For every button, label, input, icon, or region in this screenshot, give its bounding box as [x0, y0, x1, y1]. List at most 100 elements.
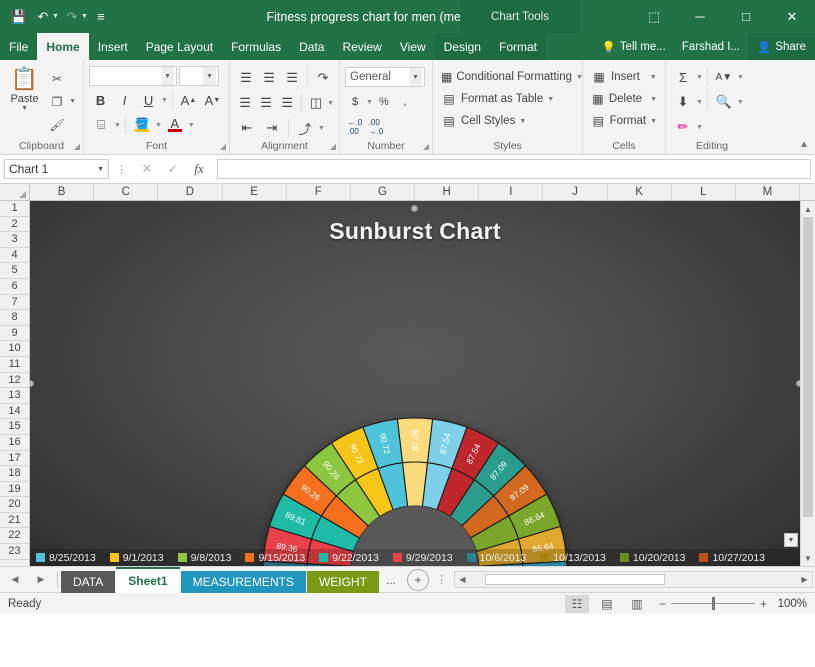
horizontal-scroll-thumb[interactable] — [485, 574, 665, 585]
column-header-M[interactable]: M — [736, 184, 800, 200]
align-left-icon[interactable]: ☰ — [235, 92, 255, 114]
row-header-10[interactable]: 10 — [0, 341, 29, 357]
percent-format-icon[interactable]: % — [374, 91, 394, 113]
legend-item[interactable]: 9/1/2013 — [110, 552, 164, 564]
increase-indent-icon[interactable]: ⇥ — [260, 117, 284, 139]
column-header-G[interactable]: G — [351, 184, 415, 200]
format-cells-button[interactable]: ▤ Format ▼ — [588, 110, 660, 132]
number-dialog-launcher-icon[interactable]: ◢ — [423, 142, 429, 151]
legend-item[interactable]: 9/29/2013 — [393, 552, 453, 564]
hscroll-right-icon[interactable]: ▶ — [797, 575, 812, 584]
orientation-dropdown-icon[interactable]: ▼ — [318, 125, 325, 132]
borders-button[interactable]: ⌸ — [89, 114, 113, 136]
cancel-formula-icon[interactable]: ✕ — [134, 158, 160, 180]
row-header-3[interactable]: 3 — [0, 232, 29, 248]
legend-scroll-down-icon[interactable]: ▼ — [784, 533, 798, 547]
wrap-text-icon[interactable]: ↷ — [312, 67, 334, 89]
zoom-in-button[interactable]: + — [760, 597, 767, 611]
underline-dropdown-icon[interactable]: ▼ — [161, 97, 168, 104]
add-sheet-button[interactable]: + — [407, 569, 429, 591]
accounting-dropdown-icon[interactable]: ▼ — [366, 99, 373, 106]
ribbon-display-options-icon[interactable]: ⬚ — [631, 0, 677, 33]
previous-sheet-icon[interactable]: ◀ — [2, 569, 28, 591]
zoom-out-button[interactable]: − — [659, 597, 666, 611]
zoom-thumb[interactable] — [712, 597, 715, 610]
orientation-icon[interactable]: ⤴ — [293, 117, 317, 139]
hscroll-left-icon[interactable]: ◀ — [455, 575, 470, 584]
bold-button[interactable]: B — [89, 89, 112, 111]
customize-qat-icon[interactable]: ≡ — [90, 6, 112, 28]
autosum-dropdown-icon[interactable]: ▼ — [696, 74, 703, 81]
column-header-H[interactable]: H — [415, 184, 479, 200]
legend-item[interactable]: 9/8/2013 — [178, 552, 232, 564]
row-header-8[interactable]: 8 — [0, 310, 29, 326]
row-header-5[interactable]: 5 — [0, 263, 29, 279]
align-bottom-icon[interactable]: ☰ — [281, 67, 303, 89]
zoom-slider[interactable]: − + — [659, 597, 767, 611]
cut-icon[interactable]: ✂ — [46, 68, 68, 89]
tab-file[interactable]: File — [0, 33, 37, 60]
column-header-L[interactable]: L — [672, 184, 736, 200]
italic-button[interactable]: I — [113, 89, 136, 111]
sheet-tab-weight[interactable]: WEIGHT — [307, 571, 379, 593]
tab-review[interactable]: Review — [333, 33, 390, 60]
vertical-scrollbar[interactable]: ▲ ▼ — [800, 201, 815, 566]
font-name-input[interactable]: ▼ — [89, 66, 177, 86]
align-center-icon[interactable]: ☰ — [256, 92, 276, 114]
autosum-icon[interactable]: Σ — [671, 66, 695, 88]
zoom-level[interactable]: 100% — [773, 598, 807, 610]
clear-dropdown-icon[interactable]: ▼ — [696, 124, 703, 131]
column-header-K[interactable]: K — [608, 184, 672, 200]
legend-item[interactable]: 10/27/2013 — [699, 552, 765, 564]
copy-icon[interactable]: ❐ — [46, 91, 68, 112]
number-format-dropdown-icon[interactable]: ▼ — [409, 68, 422, 86]
font-color-dropdown-icon[interactable]: ▼ — [188, 122, 195, 129]
tell-me-box[interactable]: 💡 Tell me... — [593, 40, 673, 54]
insert-cells-dropdown-icon[interactable]: ▼ — [650, 74, 657, 81]
borders-dropdown-icon[interactable]: ▼ — [114, 122, 121, 129]
legend-item[interactable]: 9/15/2013 — [245, 552, 305, 564]
sheet-tab-sheet1[interactable]: Sheet1 — [116, 567, 179, 593]
row-header-9[interactable]: 9 — [0, 326, 29, 342]
sheet-bar-grip[interactable]: ⋮ — [433, 573, 450, 586]
redo-dropdown-icon[interactable]: ▼ — [81, 13, 88, 20]
enter-formula-icon[interactable]: ✓ — [160, 158, 186, 180]
normal-view-icon[interactable]: ☷ — [565, 595, 589, 613]
merge-dropdown-icon[interactable]: ▼ — [327, 100, 334, 107]
page-break-view-icon[interactable]: ▥ — [625, 595, 649, 613]
tab-home[interactable]: Home — [37, 33, 88, 60]
column-header-E[interactable]: E — [223, 184, 287, 200]
comma-format-icon[interactable]: , — [395, 91, 415, 113]
insert-cells-button[interactable]: ▦ Insert ▼ — [588, 66, 660, 88]
decrease-indent-icon[interactable]: ⇤ — [235, 117, 259, 139]
conditional-formatting-dropdown-icon[interactable]: ▼ — [576, 74, 583, 81]
format-painter-icon[interactable]: 🖌 — [46, 114, 68, 135]
horizontal-scrollbar[interactable]: ◀ ▶ — [454, 571, 813, 588]
find-select-icon[interactable]: 🔍 — [712, 91, 736, 113]
more-sheets-button[interactable]: ... — [379, 573, 403, 587]
row-header-14[interactable]: 14 — [0, 404, 29, 420]
decrease-decimal-icon[interactable]: .00→.0 — [366, 116, 386, 138]
column-header-B[interactable]: B — [30, 184, 94, 200]
font-name-dropdown-icon[interactable]: ▼ — [161, 67, 174, 85]
sunburst-rings[interactable]: 87.0987.5487.5487.0987.0986.6486.6487.09… — [260, 415, 570, 566]
shrink-font-button[interactable]: A▼ — [201, 89, 224, 111]
find-select-dropdown-icon[interactable]: ▼ — [737, 99, 744, 106]
grow-font-button[interactable]: A▲ — [177, 89, 200, 111]
row-header-6[interactable]: 6 — [0, 279, 29, 295]
row-header-13[interactable]: 13 — [0, 388, 29, 404]
scroll-down-icon[interactable]: ▼ — [801, 550, 815, 566]
cell-styles-button[interactable]: ▤ Cell Styles ▼ — [438, 110, 577, 132]
row-header-15[interactable]: 15 — [0, 419, 29, 435]
tab-page-layout[interactable]: Page Layout — [137, 33, 222, 60]
row-header-1[interactable]: 1 — [0, 201, 29, 217]
sheet-tab-data[interactable]: DATA — [61, 571, 115, 593]
align-right-icon[interactable]: ☰ — [277, 92, 297, 114]
sheet-tab-measurements[interactable]: MEASUREMENTS — [181, 571, 306, 593]
font-color-button[interactable]: A — [163, 114, 187, 136]
fill-icon[interactable]: ⬇ — [671, 91, 695, 113]
page-layout-view-icon[interactable]: ▤ — [595, 595, 619, 613]
legend-item[interactable]: 10/20/2013 — [620, 552, 686, 564]
sort-filter-icon[interactable]: A▼ — [712, 66, 736, 88]
share-button[interactable]: 👤 Share — [748, 33, 815, 60]
